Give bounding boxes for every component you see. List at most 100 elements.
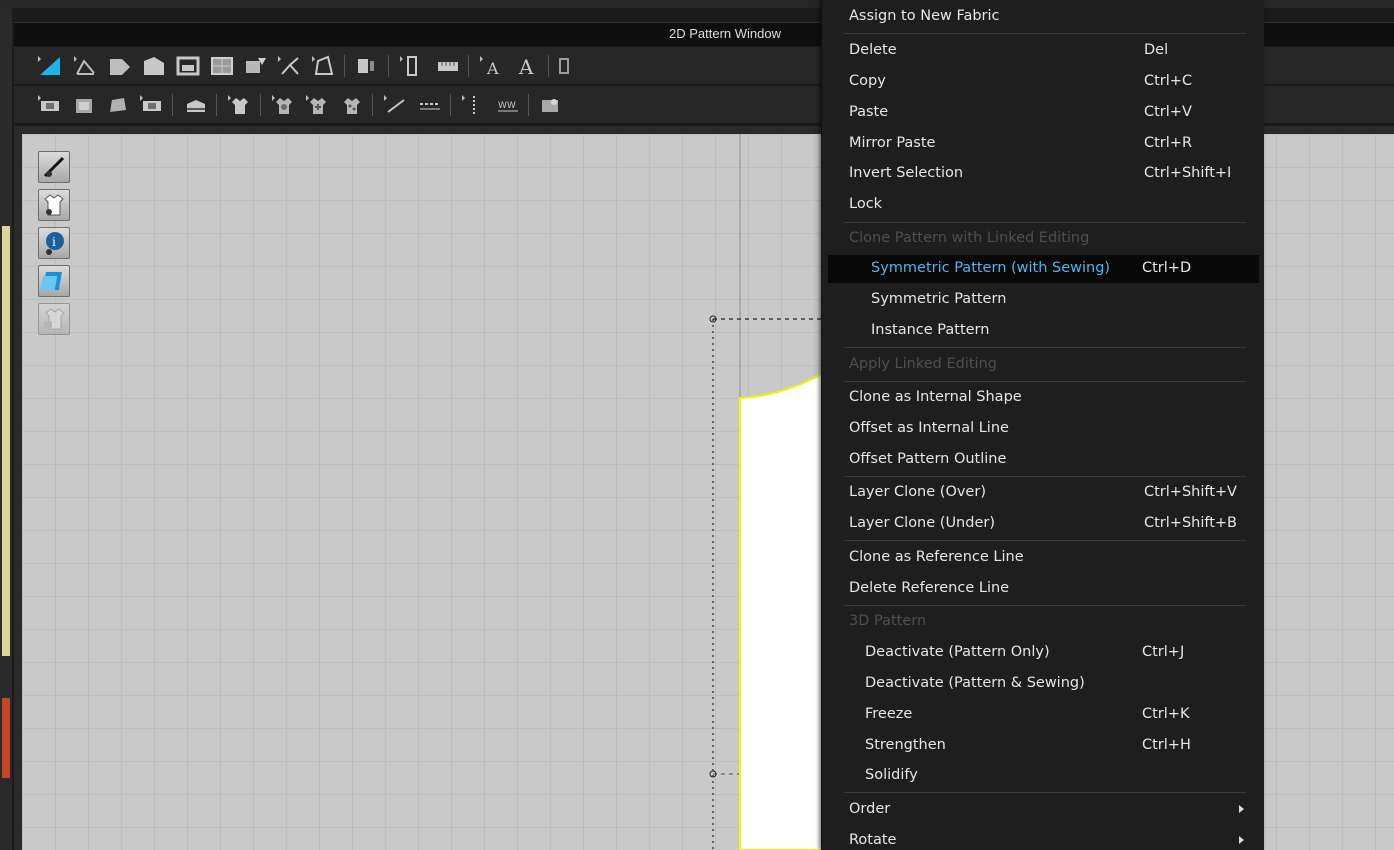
pattern-fill-tool-icon[interactable] — [242, 53, 270, 79]
toolbar-separator — [260, 94, 261, 116]
shirt-select-tool-icon[interactable] — [226, 92, 254, 118]
locked-shirt-icon[interactable] — [38, 303, 70, 335]
menu-separator — [844, 347, 1246, 348]
menu-item-shortcut: Ctrl+J — [1142, 644, 1185, 660]
text-edit-tool-icon[interactable]: A — [514, 53, 542, 79]
polygon-tool-icon[interactable] — [140, 53, 168, 79]
fold-tool-icon[interactable] — [352, 53, 380, 79]
left-edge-panel — [0, 8, 12, 850]
menu-separator — [844, 605, 1246, 606]
menu-item-label: Offset as Internal Line — [849, 420, 1009, 436]
menu-separator — [844, 33, 1246, 34]
toolbar-separator — [528, 94, 529, 116]
pattern-texture-tool-icon[interactable] — [338, 92, 366, 118]
menu-item-label: Strengthen — [865, 737, 946, 753]
menu-item-clone-internal-shape[interactable]: Clone as Internal Shape — [822, 384, 1265, 412]
menu-item-label: Symmetric Pattern — [871, 291, 1007, 307]
menu-item-shortcut: Ctrl+Shift+B — [1144, 515, 1238, 531]
menu-item-assign-new-fabric[interactable]: Assign to New Fabric — [822, 3, 1265, 31]
menu-item-label: Layer Clone (Under) — [849, 515, 995, 531]
menu-item-label: Clone as Reference Line — [849, 549, 1024, 565]
menu-item-paste[interactable]: Paste Ctrl+V — [822, 99, 1265, 127]
svg-text:i: i — [52, 235, 56, 249]
menu-item-label: Deactivate (Pattern Only) — [865, 644, 1050, 660]
segment-tool-icon[interactable] — [276, 53, 304, 79]
menu-item-lock[interactable]: Lock — [822, 191, 1265, 219]
menu-item-label: Layer Clone (Over) — [849, 484, 986, 500]
menu-item-offset-pattern-outline[interactable]: Offset Pattern Outline — [822, 446, 1265, 474]
toolbar-separator — [372, 94, 373, 116]
internal-line-tool-icon[interactable] — [382, 92, 410, 118]
menu-item-label: Delete Reference Line — [849, 580, 1010, 596]
elastic-tool-icon[interactable]: WW — [494, 92, 522, 118]
menu-item-label: Apply Linked Editing — [849, 356, 997, 372]
tack-tool-icon[interactable] — [104, 92, 132, 118]
zipper-tool-icon[interactable] — [460, 92, 488, 118]
graphic-tool-icon[interactable] — [304, 92, 332, 118]
menu-item-deactivate-pattern-only[interactable]: Deactivate (Pattern Only) Ctrl+J — [822, 639, 1265, 667]
svg-text:A: A — [518, 55, 534, 79]
dashed-line-tool-icon[interactable] — [416, 92, 444, 118]
transform-pattern-tool-icon[interactable] — [36, 53, 64, 79]
shirt-eye-icon[interactable] — [38, 189, 70, 221]
menu-header-clone-linked-editing: Clone Pattern with Linked Editing — [822, 225, 1265, 253]
menu-item-shortcut: Ctrl+K — [1142, 706, 1190, 722]
toolbar-separator — [450, 94, 451, 116]
menu-item-solidify[interactable]: Solidify — [822, 762, 1265, 790]
menu-item-label: Instance Pattern — [871, 322, 990, 338]
menu-item-label: Symmetric Pattern (with Sewing) — [871, 260, 1111, 276]
menu-item-order[interactable]: Order — [822, 796, 1265, 824]
button-tool-icon[interactable] — [536, 92, 564, 118]
fabric-layer-icon[interactable] — [38, 265, 70, 297]
menu-item-symmetric-pattern[interactable]: Symmetric Pattern — [822, 286, 1265, 314]
svg-text:A: A — [486, 59, 499, 78]
toolbar-separator — [172, 94, 173, 116]
menu-header-label: Clone Pattern with Linked Editing — [849, 230, 1090, 246]
menu-item-label: Invert Selection — [849, 165, 964, 181]
edit-pattern-tool-icon[interactable] — [72, 53, 100, 79]
dart-tool-icon[interactable] — [310, 53, 338, 79]
menu-item-copy[interactable]: Copy Ctrl+C — [822, 68, 1265, 96]
menu-item-deactivate-pattern-sewing[interactable]: Deactivate (Pattern & Sewing) — [822, 670, 1265, 698]
seam-allowance-tool-icon[interactable] — [398, 53, 426, 79]
menu-item-shortcut: Ctrl+H — [1142, 737, 1191, 753]
menu-item-shortcut: Ctrl+R — [1144, 135, 1193, 151]
text-annotation-tool-icon[interactable]: A — [478, 53, 506, 79]
info-eye-icon[interactable]: i — [38, 227, 70, 259]
fold-arrangement-tool-icon[interactable] — [182, 92, 210, 118]
menu-header-label: 3D Pattern — [849, 613, 927, 629]
edit-curvature-tool-icon[interactable] — [106, 53, 134, 79]
menu-item-instance-pattern[interactable]: Instance Pattern — [822, 317, 1265, 345]
menu-item-clone-reference-line[interactable]: Clone as Reference Line — [822, 544, 1265, 572]
rectangle-tool-icon[interactable] — [174, 53, 202, 79]
menu-item-invert-selection[interactable]: Invert Selection Ctrl+Shift+I — [822, 160, 1265, 188]
menu-item-symmetric-pattern-with-sewing[interactable]: Symmetric Pattern (with Sewing) Ctrl+D — [828, 255, 1259, 283]
menu-item-rotate[interactable]: Rotate — [822, 827, 1265, 850]
toolbar-separator — [468, 55, 469, 77]
menu-item-shortcut: Ctrl+D — [1142, 260, 1192, 276]
sewing-segment-tool-icon[interactable] — [36, 92, 64, 118]
menu-item-strengthen[interactable]: Strengthen Ctrl+H — [822, 732, 1265, 760]
menu-item-mirror-paste[interactable]: Mirror Paste Ctrl+R — [822, 130, 1265, 158]
more-tools-icon[interactable] — [556, 53, 584, 79]
ruler-tool-icon[interactable] — [434, 53, 462, 79]
edit-sewing-tool-icon[interactable] — [138, 92, 166, 118]
menu-item-apply-linked-editing: Apply Linked Editing — [822, 351, 1265, 379]
pattern-grid-tool-icon[interactable] — [208, 53, 236, 79]
menu-item-delete-reference-line[interactable]: Delete Reference Line — [822, 575, 1265, 603]
menu-item-label: Copy — [849, 73, 886, 89]
menu-item-layer-clone-under[interactable]: Layer Clone (Under) Ctrl+Shift+B — [822, 510, 1265, 538]
toolbar-separator — [344, 55, 345, 77]
free-sewing-tool-icon[interactable] — [70, 92, 98, 118]
menu-item-label: Delete — [849, 42, 897, 58]
menu-item-label: Freeze — [865, 706, 913, 722]
menu-item-layer-clone-over[interactable]: Layer Clone (Over) Ctrl+Shift+V — [822, 479, 1265, 507]
pen-eye-icon[interactable] — [38, 151, 70, 183]
menu-item-delete[interactable]: Delete Del — [822, 37, 1265, 65]
menu-item-freeze[interactable]: Freeze Ctrl+K — [822, 701, 1265, 729]
texture-tool-icon[interactable] — [270, 92, 298, 118]
menu-item-shortcut: Del — [1144, 42, 1169, 58]
toolbar-separator — [216, 94, 217, 116]
menu-item-offset-internal-line[interactable]: Offset as Internal Line — [822, 415, 1265, 443]
menu-separator — [844, 476, 1246, 477]
